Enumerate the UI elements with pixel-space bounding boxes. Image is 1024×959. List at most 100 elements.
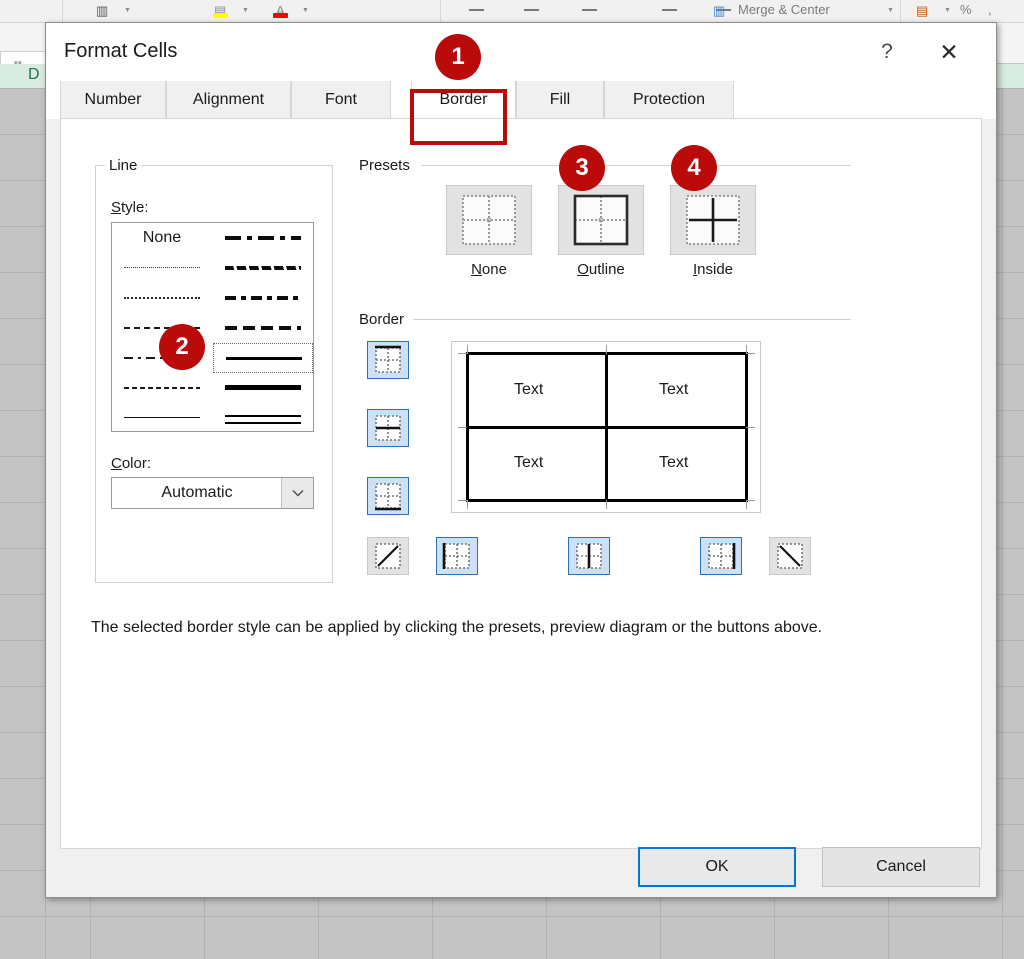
chevron-down-icon[interactable] xyxy=(281,478,313,508)
annotation-badge-2: 2 xyxy=(159,324,205,370)
preview-cell-text-4: Text xyxy=(659,454,689,471)
dialog-footer: OK Cancel xyxy=(46,847,996,897)
border-left-button[interactable] xyxy=(436,537,478,575)
borders-caret-icon[interactable]: ▼ xyxy=(124,0,131,22)
line-style-hairline-dotted[interactable] xyxy=(112,253,212,283)
tab-strip: Number Alignment Font Border Fill Protec… xyxy=(46,81,996,119)
line-style-dashed-thick[interactable] xyxy=(213,313,313,343)
format-cells-dialog: Format Cells ? ✕ Number Alignment Font B… xyxy=(45,22,997,898)
line-style-dash-dot-thick[interactable] xyxy=(213,283,313,313)
close-icon[interactable]: ✕ xyxy=(932,37,966,67)
preview-anchor-br-v[interactable] xyxy=(746,500,747,509)
line-style-none[interactable]: None xyxy=(112,223,212,253)
tab-alignment[interactable]: Alignment xyxy=(166,81,291,119)
line-style-thin-solid[interactable] xyxy=(112,403,212,433)
accounting-format-icon[interactable]: ▤ xyxy=(916,0,928,22)
border-right-button[interactable] xyxy=(700,537,742,575)
tab-fill[interactable]: Fill xyxy=(516,81,604,119)
border-preview-diagram[interactable]: Text Text Text Text xyxy=(451,341,761,513)
align-left-icon[interactable] xyxy=(469,9,484,11)
highlight-color-icon[interactable]: ▤ xyxy=(214,0,226,22)
preset-none-rest: one xyxy=(481,261,507,278)
preview-anchor-tl-v[interactable] xyxy=(467,345,468,354)
dialog-titlebar: Format Cells ? ✕ xyxy=(46,23,996,81)
border-horizontal-inside-button[interactable] xyxy=(367,409,409,447)
line-style-dash-dot-dot-thick[interactable] xyxy=(213,223,313,253)
line-style-thick-solid[interactable] xyxy=(213,373,313,403)
highlight-caret-icon[interactable]: ▼ xyxy=(242,0,249,22)
line-style-dotted[interactable] xyxy=(112,283,212,313)
merge-cells-icon[interactable]: ▥ xyxy=(713,0,725,22)
tab-number[interactable]: Number xyxy=(60,81,166,119)
annotation-badge-1-number: 1 xyxy=(451,43,465,70)
preview-anchor-bl-h[interactable] xyxy=(458,500,467,501)
preset-outline-label[interactable]: Outline xyxy=(558,261,644,278)
tab-protection-label: Protection xyxy=(632,91,706,108)
line-style-none-label: None xyxy=(142,229,182,246)
preview-anchor-mr-h[interactable] xyxy=(746,427,755,428)
tab-protection[interactable]: Protection xyxy=(604,81,734,119)
accounting-caret-icon[interactable]: ▼ xyxy=(944,0,951,22)
preview-anchor-br-h[interactable] xyxy=(746,500,755,501)
merge-caret-icon[interactable]: ▼ xyxy=(887,0,894,22)
preset-inside-label[interactable]: Inside xyxy=(670,261,756,278)
dash-dot-thick-icon xyxy=(225,296,301,300)
border-diagonal-up-button[interactable] xyxy=(367,537,409,575)
line-color-dropdown[interactable]: Automatic xyxy=(111,477,314,509)
border-diagonal-down-button[interactable] xyxy=(769,537,811,575)
border-group-rule xyxy=(413,319,851,320)
line-style-dash-dot-fine[interactable] xyxy=(112,373,212,403)
preview-anchor-bl-v[interactable] xyxy=(467,500,468,509)
cancel-button[interactable]: Cancel xyxy=(822,847,980,887)
highlight-swatch xyxy=(213,13,228,18)
border-inside-icon xyxy=(686,195,740,245)
column-header-d[interactable]: D xyxy=(28,66,40,84)
preview-border-inside-vertical xyxy=(605,352,608,502)
preset-inside-rest: nside xyxy=(697,261,734,278)
border-vertical-inside-button[interactable] xyxy=(568,537,610,575)
preview-anchor-tr-v[interactable] xyxy=(746,345,747,354)
line-style-medium-solid[interactable] xyxy=(213,343,313,373)
font-color-caret-icon[interactable]: ▼ xyxy=(302,0,309,22)
preset-inside-button[interactable] xyxy=(670,185,756,255)
border-tab-panel: Line Style: None Color: Automatic Preset… xyxy=(60,119,982,849)
border-bottom-icon xyxy=(375,483,401,511)
annotation-highlight-border-tab xyxy=(410,89,507,145)
comma-format-label[interactable]: , xyxy=(988,0,992,20)
help-icon[interactable]: ? xyxy=(870,37,904,67)
preview-anchor-ml-h[interactable] xyxy=(458,427,467,428)
preview-anchor-tr-h[interactable] xyxy=(746,353,755,354)
color-label-accel: C xyxy=(111,455,122,472)
annotation-badge-4: 4 xyxy=(671,145,717,191)
indent-decrease-icon[interactable] xyxy=(662,9,677,11)
percent-format-label[interactable]: % xyxy=(960,0,972,20)
line-group-label: Line xyxy=(105,157,142,174)
borders-icon[interactable]: ▥ xyxy=(96,0,108,22)
font-color-icon[interactable]: A xyxy=(276,0,285,22)
border-bottom-button[interactable] xyxy=(367,477,409,515)
double-line-icon xyxy=(225,415,301,424)
line-color-value: Automatic xyxy=(161,484,233,501)
annotation-badge-3-number: 3 xyxy=(575,154,589,181)
line-style-grid[interactable]: None xyxy=(111,222,314,432)
preview-anchor-tm-v[interactable] xyxy=(606,345,607,354)
tab-font[interactable]: Font xyxy=(291,81,391,119)
align-center-icon[interactable] xyxy=(524,9,539,11)
preset-outline-button[interactable] xyxy=(558,185,644,255)
font-color-swatch xyxy=(273,13,288,18)
border-top-button[interactable] xyxy=(367,341,409,379)
presets-group-rule xyxy=(421,165,851,166)
align-right-icon[interactable] xyxy=(582,9,597,11)
preview-anchor-tl-h[interactable] xyxy=(458,353,467,354)
border-right-icon xyxy=(708,543,736,569)
preset-outline-rest: utline xyxy=(588,261,625,278)
line-style-double[interactable] xyxy=(213,403,313,433)
ok-button[interactable]: OK xyxy=(638,847,796,887)
border-group-label: Border xyxy=(355,311,409,328)
merge-center-label[interactable]: Merge & Center xyxy=(738,0,830,20)
style-label-rest: tyle: xyxy=(121,199,149,216)
line-style-slanted-dash-thick[interactable] xyxy=(213,253,313,283)
preset-none-button[interactable] xyxy=(446,185,532,255)
preset-none-label[interactable]: None xyxy=(446,261,532,278)
preview-anchor-bm-v[interactable] xyxy=(606,500,607,509)
